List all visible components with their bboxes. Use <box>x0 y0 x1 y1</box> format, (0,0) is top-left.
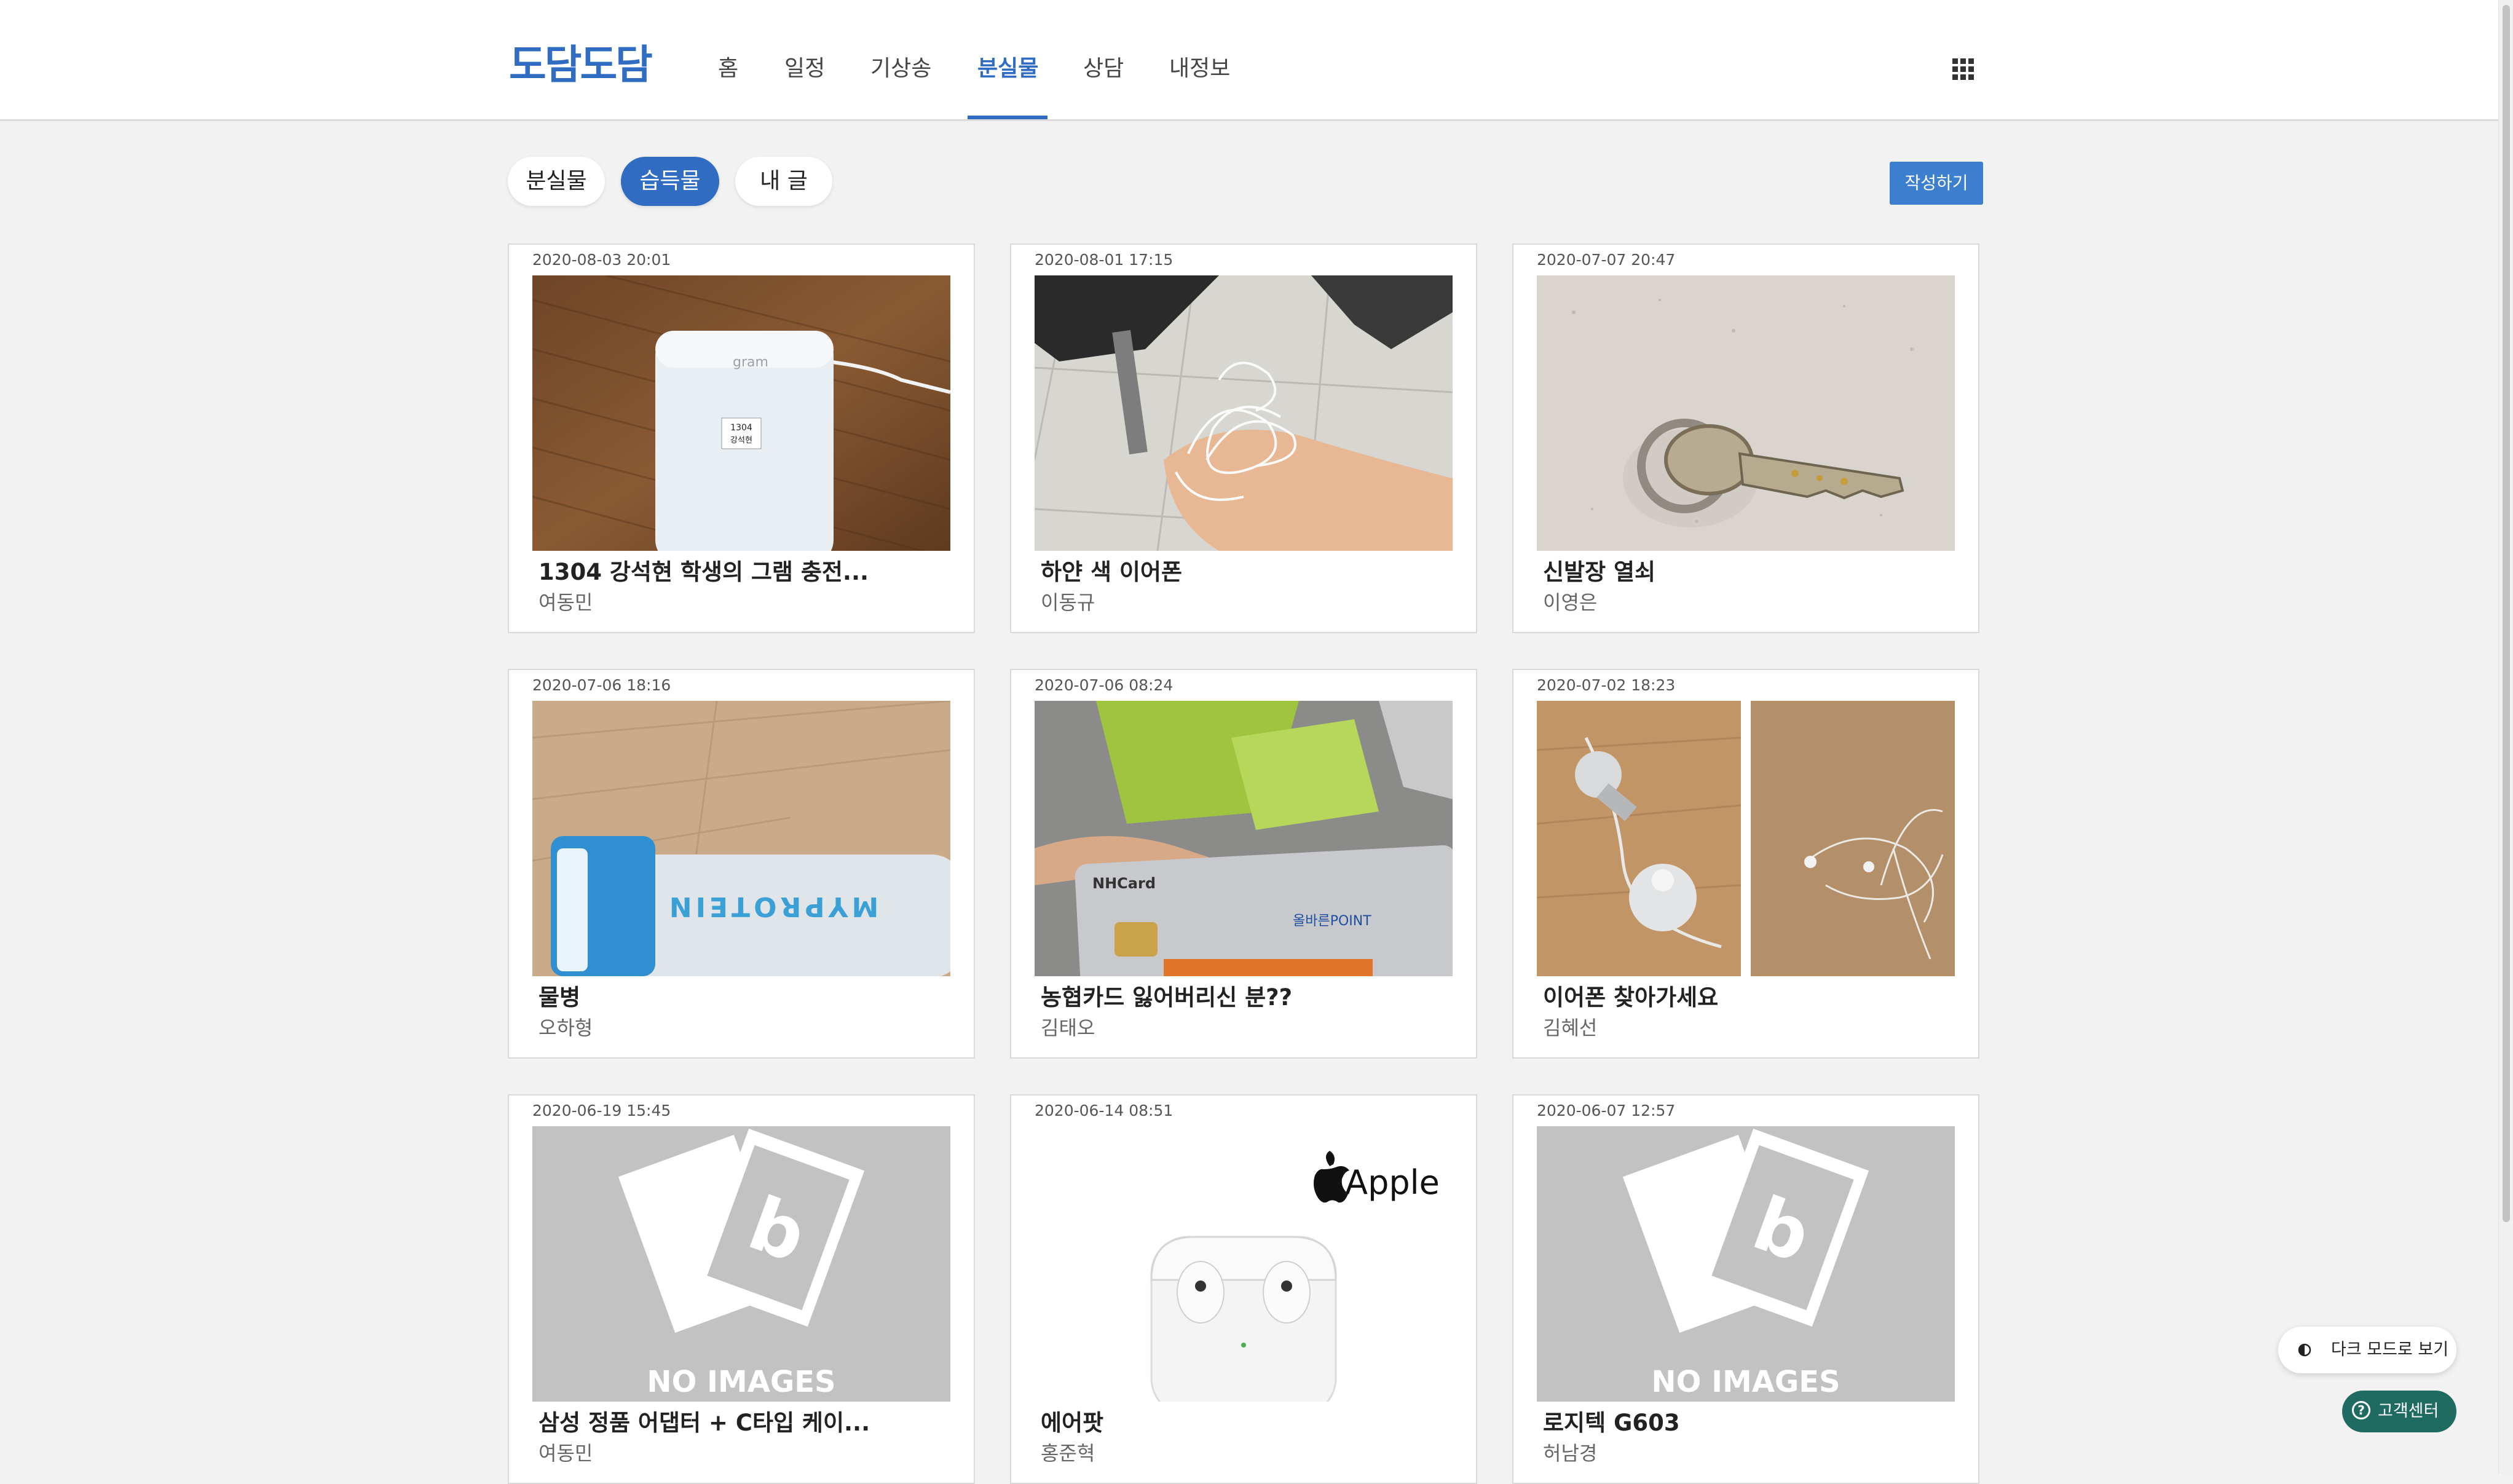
post-card[interactable]: 2020-07-02 18:23 이어폰 찾아가세요 김혜선 <box>1512 669 1979 1059</box>
half-circle-icon <box>2298 1343 2311 1357</box>
customer-center-button[interactable]: ? 고객센터 <box>2342 1391 2456 1432</box>
post-title: 물병 <box>538 984 581 1011</box>
nav-counseling[interactable]: 상담 <box>1083 54 1124 84</box>
post-card[interactable]: 2020-06-14 08:51 Apple 에어팟 홍준혁 <box>1010 1094 1477 1484</box>
post-title: 로지텍 G603 <box>1543 1410 1680 1436</box>
post-card[interactable]: 2020-06-19 15:45 b NO IMAGES 삼성 정품 어댑터 +… <box>508 1094 975 1484</box>
nav-home[interactable]: 홈 <box>718 54 738 84</box>
post-title: 신발장 열쇠 <box>1543 559 1656 585</box>
customer-center-label: 고객센터 <box>2378 1402 2439 1421</box>
app-logo[interactable]: 도담도담 <box>509 41 653 90</box>
airpods-photo: Apple <box>1035 1126 1453 1402</box>
post-card[interactable]: 2020-07-07 20:47 신발장 열쇠 이영은 <box>1512 243 1979 633</box>
post-title: 하얀 색 이어폰 <box>1041 559 1183 585</box>
post-date: 2020-07-06 18:16 <box>532 676 671 694</box>
question-icon: ? <box>2352 1401 2370 1419</box>
post-title: 1304 강석현 학생의 그램 충전... <box>538 559 869 585</box>
earphones-in-hand-photo <box>1035 275 1453 551</box>
post-author: 이영은 <box>1543 591 1598 614</box>
active-tab-indicator <box>968 116 1047 119</box>
charger-label-name: 강석현 <box>730 436 752 445</box>
no-images-text: NO IMAGES <box>647 1365 835 1399</box>
no-images-text: NO IMAGES <box>1651 1365 1840 1399</box>
filter-my-posts[interactable]: 내 글 <box>735 157 832 206</box>
post-card[interactable]: 2020-07-06 18:16 MYPROTEIN 물병 오하형 <box>508 669 975 1059</box>
post-date: 2020-07-02 18:23 <box>1537 676 1676 694</box>
post-author: 김태오 <box>1041 1016 1095 1040</box>
post-date: 2020-07-07 20:47 <box>1537 251 1676 269</box>
post-author: 여동민 <box>538 1442 593 1465</box>
post-author: 김혜선 <box>1543 1016 1598 1040</box>
post-date: 2020-07-06 08:24 <box>1035 676 1174 694</box>
nav-schedule[interactable]: 일정 <box>784 54 825 84</box>
post-author: 홍준혁 <box>1041 1442 1095 1465</box>
charger-brand-text: gram <box>733 355 768 370</box>
earphones-two-photos <box>1537 701 1955 976</box>
write-post-button[interactable]: 작성하기 <box>1890 162 1983 205</box>
post-author: 허남경 <box>1543 1442 1598 1465</box>
nh-card-photo: NHCard 올바른POINT <box>1035 701 1453 976</box>
post-card[interactable]: 2020-08-03 20:01 gram 1304 강석현 1304 강석현 … <box>508 243 975 633</box>
charger-photo: gram 1304 강석현 <box>532 275 950 551</box>
nav-wakeup-song[interactable]: 기상송 <box>870 54 931 84</box>
page-scrollbar[interactable] <box>2498 0 2513 1474</box>
scrollbar-thumb[interactable] <box>2503 5 2510 1222</box>
top-navigation-bar: 도담도담 홈 일정 기상송 분실물 상담 내정보 <box>0 0 2498 121</box>
post-author: 여동민 <box>538 591 593 614</box>
post-card[interactable]: 2020-07-06 08:24 NHCard 올바른POINT 농협카드 잃어… <box>1010 669 1477 1059</box>
post-date: 2020-08-03 20:01 <box>532 251 671 269</box>
post-title: 농협카드 잃어버리신 분?? <box>1041 984 1293 1011</box>
post-title: 삼성 정품 어댑터 + C타입 케이... <box>538 1410 870 1436</box>
dark-mode-label: 다크 모드로 보기 <box>2331 1340 2449 1359</box>
grid-icon[interactable] <box>1952 58 1974 81</box>
post-date: 2020-06-14 08:51 <box>1035 1102 1174 1119</box>
card-point-text: 올바른POINT <box>1293 914 1371 929</box>
post-author: 이동규 <box>1041 591 1095 614</box>
post-date: 2020-08-01 17:15 <box>1035 251 1174 269</box>
key-photo <box>1537 275 1955 551</box>
water-bottle-photo: MYPROTEIN <box>532 701 950 976</box>
filter-found[interactable]: 습득물 <box>621 157 719 206</box>
post-title: 이어폰 찾아가세요 <box>1543 984 1719 1011</box>
nav-lost-items[interactable]: 분실물 <box>977 54 1038 84</box>
nav-my-info[interactable]: 내정보 <box>1169 54 1230 84</box>
post-card[interactable]: 2020-06-07 12:57 b NO IMAGES 로지텍 G603 허남… <box>1512 1094 1979 1484</box>
card-brand-text: NHCard <box>1092 875 1156 892</box>
charger-label-number: 1304 <box>730 423 752 433</box>
no-images-placeholder: b NO IMAGES <box>532 1126 950 1402</box>
post-date: 2020-06-19 15:45 <box>532 1102 671 1119</box>
post-author: 오하형 <box>538 1016 593 1040</box>
apple-brand-text: Apple <box>1345 1163 1440 1202</box>
no-images-placeholder: b NO IMAGES <box>1537 1126 1955 1402</box>
bottle-brand-text: MYPROTEIN <box>666 891 878 922</box>
post-date: 2020-06-07 12:57 <box>1537 1102 1676 1119</box>
dark-mode-toggle[interactable]: 다크 모드로 보기 <box>2278 1327 2456 1373</box>
filter-lost[interactable]: 분실물 <box>508 157 605 206</box>
post-card[interactable]: 2020-08-01 17:15 하얀 색 이어폰 이동규 <box>1010 243 1477 633</box>
post-title: 에어팟 <box>1041 1410 1104 1436</box>
